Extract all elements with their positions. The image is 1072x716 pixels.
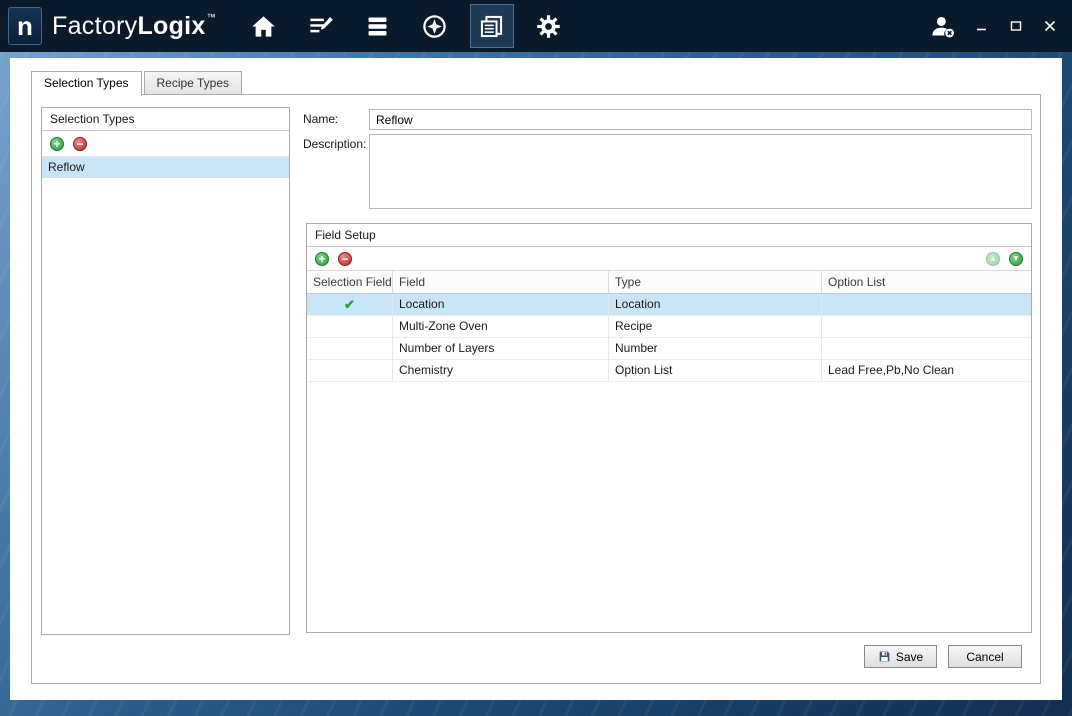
nav-home-button[interactable] [242, 4, 286, 48]
cancel-button[interactable]: Cancel [948, 645, 1022, 668]
tab-selection-types-label: Selection Types [44, 76, 129, 90]
gear-icon [535, 13, 562, 40]
brand-logix: Logix [137, 12, 205, 40]
cell-type: Option List [609, 360, 822, 381]
plus-icon: + [318, 253, 325, 265]
name-input[interactable] [369, 109, 1032, 130]
save-icon [878, 650, 891, 663]
field-setup-title: Field Setup [307, 224, 1031, 247]
cell-option-list [822, 316, 1031, 337]
minus-icon: − [76, 138, 83, 150]
user-logout-icon [929, 13, 956, 40]
column-header-type: Type [609, 271, 822, 293]
save-button-label: Save [896, 650, 923, 664]
tab-recipe-types-label: Recipe Types [157, 76, 230, 90]
tab-recipe-types[interactable]: Recipe Types [144, 71, 243, 94]
selection-types-panel: Selection Types + − Reflow [41, 107, 290, 635]
name-label: Name: [303, 112, 338, 126]
brand-wordmark: FactoryLogix™ [52, 12, 216, 41]
close-icon [1044, 20, 1056, 32]
titlebar: n FactoryLogix™ [0, 0, 1072, 52]
arrow-down-icon: ▼ [1012, 253, 1020, 265]
remove-selection-type-button[interactable]: − [73, 137, 87, 151]
stack-icon [364, 13, 391, 40]
add-field-button[interactable]: + [315, 252, 329, 266]
selection-types-list: Reflow [42, 157, 289, 178]
worksheet-pencil-icon [307, 13, 334, 40]
maximize-icon [1010, 20, 1022, 32]
home-icon [250, 13, 277, 40]
cancel-button-label: Cancel [966, 650, 1003, 664]
maximize-button[interactable] [1008, 18, 1024, 34]
add-selection-type-button[interactable]: + [50, 137, 64, 151]
cell-field: Location [393, 294, 609, 315]
cell-type: Number [609, 338, 822, 359]
check-icon: ✔ [344, 297, 355, 312]
column-header-field: Field [393, 271, 609, 293]
compass-icon [421, 13, 448, 40]
minus-icon: − [341, 253, 348, 265]
cell-type: Location [609, 294, 822, 315]
cell-option-list [822, 294, 1031, 315]
tab-selection-types[interactable]: Selection Types [31, 71, 142, 96]
nav-settings-button[interactable] [527, 4, 571, 48]
user-logout-button[interactable] [928, 12, 956, 40]
list-item-reflow[interactable]: Reflow [42, 157, 289, 178]
column-header-selection-field: Selection Field [307, 271, 393, 293]
titlebar-right-controls [928, 12, 1058, 40]
nav-configuration-documents-button[interactable] [470, 4, 514, 48]
minimize-icon [976, 20, 988, 32]
nav-materials-button[interactable] [356, 4, 400, 48]
table-row[interactable]: Multi-Zone Oven Recipe [307, 316, 1031, 338]
selection-types-toolbar: + − [42, 131, 289, 157]
close-button[interactable] [1042, 18, 1058, 34]
app-logo-letter: n [17, 11, 33, 42]
cell-field: Multi-Zone Oven [393, 316, 609, 337]
field-table-header: Selection Field Field Type Option List [307, 271, 1031, 294]
selection-types-tab-page: Selection Types + − Reflow Name: [31, 94, 1041, 684]
table-row[interactable]: Number of Layers Number [307, 338, 1031, 360]
nav-production-button[interactable] [413, 4, 457, 48]
selection-types-panel-header: Selection Types [42, 108, 289, 131]
table-row[interactable]: ✔ Location Location [307, 294, 1031, 316]
cell-field: Number of Layers [393, 338, 609, 359]
cell-field: Chemistry [393, 360, 609, 381]
remove-field-button[interactable]: − [338, 252, 352, 266]
tab-strip: Selection Types Recipe Types [31, 71, 244, 96]
app-logo: n [8, 7, 42, 45]
field-setup-group: Field Setup + − ▲ ▼ [306, 223, 1032, 633]
move-field-up-button[interactable]: ▲ [986, 252, 1000, 266]
list-item-label: Reflow [48, 160, 85, 174]
brand-factory: Factory [52, 12, 137, 40]
column-header-option-list: Option List [822, 271, 1031, 293]
move-field-down-button[interactable]: ▼ [1009, 252, 1023, 266]
main-navigation [242, 0, 571, 52]
trademark-symbol: ™ [207, 12, 216, 22]
cell-type: Recipe [609, 316, 822, 337]
table-row[interactable]: Chemistry Option List Lead Free,Pb,No Cl… [307, 360, 1031, 382]
arrow-up-icon: ▲ [989, 253, 997, 265]
plus-icon: + [53, 138, 60, 150]
cell-option-list: Lead Free,Pb,No Clean [822, 360, 1031, 381]
field-setup-toolbar: + − ▲ ▼ [307, 247, 1031, 271]
main-content: Selection Types Recipe Types Selection T… [10, 58, 1062, 700]
description-input[interactable] [369, 134, 1032, 209]
documents-icon [478, 13, 505, 40]
description-label: Description: [303, 137, 366, 151]
application-window: n FactoryLogix™ [0, 0, 1072, 716]
cell-option-list [822, 338, 1031, 359]
nav-engineering-button[interactable] [299, 4, 343, 48]
minimize-button[interactable] [974, 18, 990, 34]
save-button[interactable]: Save [864, 645, 937, 668]
